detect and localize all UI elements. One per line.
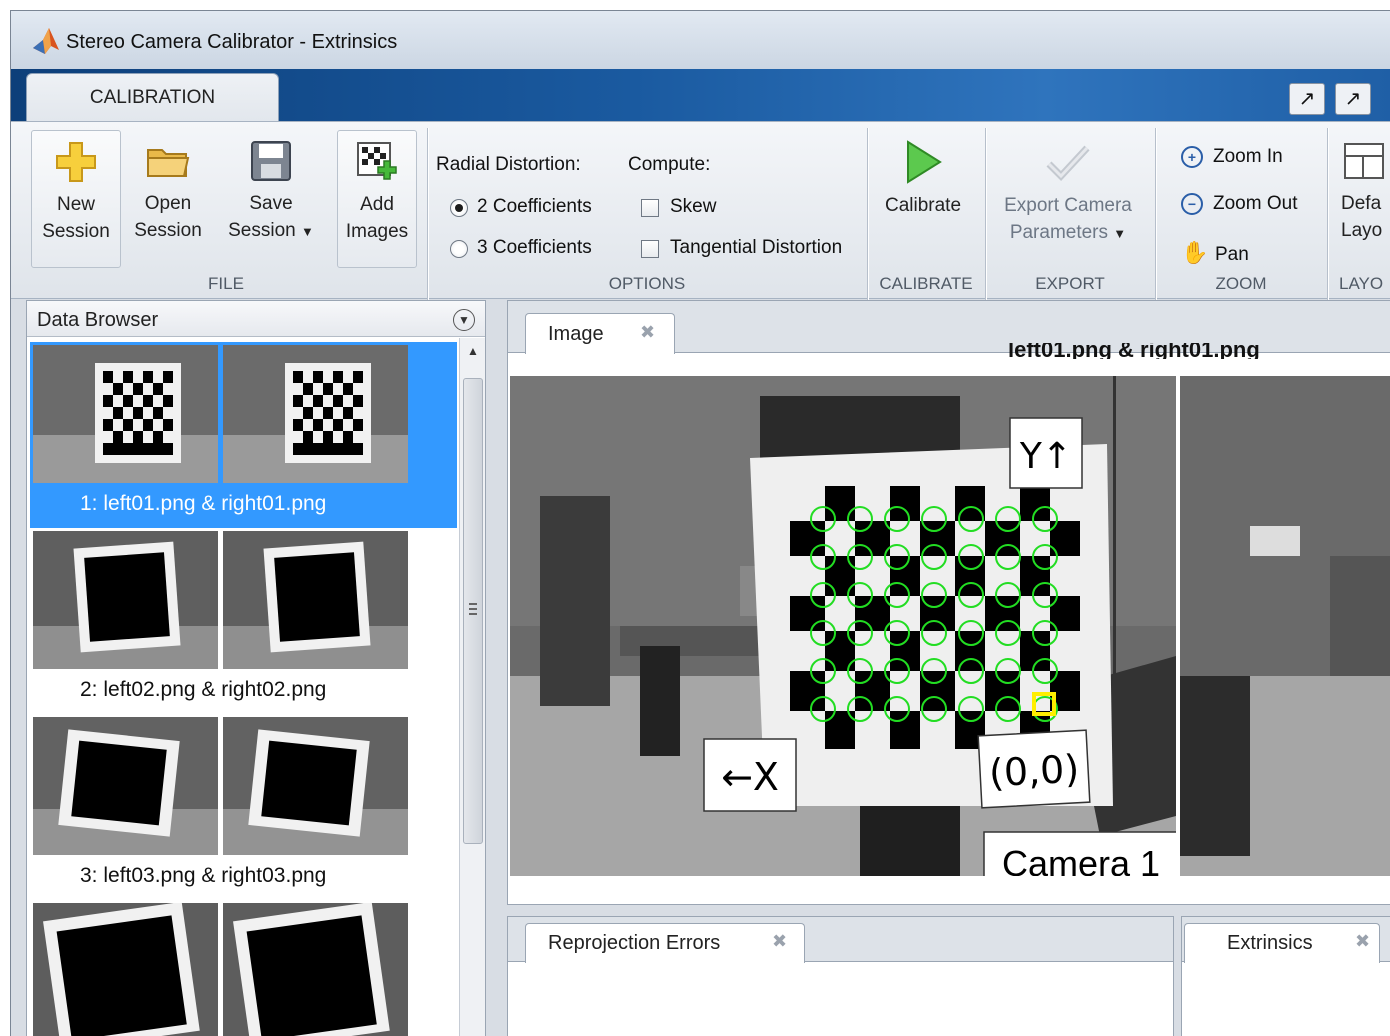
image-divider (1176, 376, 1180, 876)
maximize-icon[interactable]: ↗ (1335, 83, 1371, 115)
image-pair-list: 1: left01.png & right01.png 2: left02.pn… (27, 338, 459, 1036)
data-browser-panel: Data Browser ▼ 1: left01.png & right01.p… (26, 300, 486, 1036)
scroll-up-icon[interactable]: ▲ (460, 338, 486, 364)
camera-label-box: Camera 1 (983, 831, 1179, 876)
group-label-zoom: ZOOM (1215, 274, 1267, 293)
play-icon (907, 140, 942, 184)
plus-icon (56, 142, 96, 182)
image-title: left01.png & right01.png (1008, 343, 1260, 359)
undock-icon[interactable]: ↗ (1289, 83, 1325, 115)
dropdown-arrow-icon: ▼ (301, 224, 314, 239)
y-axis-label-box: Y↑ (1009, 417, 1083, 489)
group-label-layout: LAYO (1339, 274, 1384, 293)
radio-2-coefficients[interactable] (450, 199, 468, 217)
left-thumbnail-image (33, 903, 218, 1036)
left-thumbnail-image (33, 531, 218, 669)
right-thumbnail-image (223, 531, 408, 669)
stereo-thumbnail (33, 903, 408, 1036)
left-thumbnail-image (33, 717, 218, 855)
group-label-export: EXPORT (1035, 274, 1105, 293)
data-browser-header: Data Browser ▼ (27, 301, 485, 337)
close-icon[interactable]: ✖ (1355, 931, 1370, 952)
x-axis-label-box: ←X (703, 738, 797, 812)
app-window: Stereo Camera Calibrator - Extrinsics CA… (10, 10, 1390, 1036)
vertical-scrollbar[interactable]: ▲ (459, 338, 485, 1036)
window-title: Stereo Camera Calibrator - Extrinsics (66, 31, 398, 53)
list-item[interactable]: 3: left03.png & right03.png (30, 714, 457, 900)
folder-icon (147, 149, 190, 177)
list-item[interactable]: 2: left02.png & right02.png (30, 528, 457, 714)
hand-icon: ✋ (1181, 240, 1209, 265)
right-thumbnail-image (223, 717, 408, 855)
save-session-button[interactable]: Save Session ▼ (215, 130, 327, 268)
zoom-in-icon: + (1181, 146, 1203, 168)
image-panel: Image ✖ left01.png & right01.png Y↑ ←X (… (507, 300, 1390, 905)
title-bar: Stereo Camera Calibrator - Extrinsics (11, 11, 1390, 69)
stereo-thumbnail (33, 717, 408, 855)
ribbon-toolstrip: New Session Open Session Save Session ▼ (11, 121, 1390, 300)
origin-label-box: (0,0) (977, 729, 1091, 809)
camera-2-image (1180, 376, 1390, 876)
workspace: Data Browser ▼ 1: left01.png & right01.p… (11, 300, 1390, 1036)
group-label-calibrate: CALIBRATE (879, 274, 973, 293)
group-label-options: OPTIONS (608, 274, 686, 293)
default-layout-button[interactable]: Defa Layo (1341, 130, 1390, 268)
list-item-caption: 3: left03.png & right03.png (80, 864, 327, 887)
calibrate-button[interactable]: Calibrate (873, 130, 973, 268)
stereo-thumbnail (33, 531, 408, 669)
origin-label: (0,0) (988, 747, 1080, 796)
stereo-thumbnail (33, 345, 408, 483)
tab-calibration[interactable]: CALIBRATION (26, 73, 279, 125)
extrinsics-tab-bar: Extrinsics ✖ (1182, 917, 1390, 963)
close-icon[interactable]: ✖ (772, 931, 787, 952)
tab-image[interactable]: Image ✖ (525, 313, 675, 354)
layout-grid-icon (1344, 143, 1384, 179)
group-label-file: FILE (208, 274, 244, 293)
add-images-button[interactable]: Add Images (337, 130, 417, 268)
open-session-button[interactable]: Open Session (123, 130, 213, 268)
tab-reprojection-errors[interactable]: Reprojection Errors ✖ (525, 923, 805, 963)
right-thumbnail-image (223, 345, 408, 483)
zoom-out-icon: − (1181, 193, 1203, 215)
list-item-caption: 2: left02.png & right02.png (80, 678, 327, 701)
panel-menu-icon[interactable]: ▼ (453, 309, 475, 331)
list-item[interactable]: 1: left01.png & right01.png (30, 342, 457, 528)
skew-checkbox[interactable] (641, 199, 659, 217)
grip-icon (469, 603, 477, 615)
tangential-distortion-checkbox[interactable] (641, 240, 659, 258)
left-thumbnail-image (33, 345, 218, 483)
floppy-disk-icon (251, 141, 291, 181)
tangential-distortion-label: Tangential Distortion (670, 237, 843, 258)
stereo-image-view[interactable]: Y↑ ←X (0,0) Camera 1 (510, 376, 1390, 876)
coefficients-2-label: 2 Coefficients (477, 196, 592, 217)
skew-label: Skew (670, 196, 717, 217)
matlab-logo-icon (33, 28, 59, 54)
close-icon[interactable]: ✖ (640, 322, 655, 343)
radio-3-coefficients[interactable] (450, 240, 468, 258)
x-axis-label: ←X (721, 755, 779, 799)
checkmark-icon (1046, 145, 1090, 182)
tab-extrinsics[interactable]: Extrinsics ✖ (1184, 923, 1380, 963)
new-session-button[interactable]: New Session (31, 130, 121, 268)
extrinsics-panel: Extrinsics ✖ (1181, 916, 1390, 1036)
dropdown-arrow-icon: ▼ (1113, 226, 1127, 241)
list-item-caption: 1: left01.png & right01.png (80, 492, 327, 515)
y-axis-label: Y↑ (1019, 436, 1072, 477)
list-item[interactable] (30, 900, 457, 1036)
export-camera-parameters-button[interactable]: Export Camera Parameters ▼ (993, 130, 1143, 268)
pan-button[interactable]: ✋ Pan (1181, 240, 1249, 266)
zoom-out-button[interactable]: − Zoom Out (1181, 193, 1297, 215)
data-browser-title: Data Browser (37, 309, 159, 331)
group-separator (1327, 128, 1328, 300)
scrollbar-thumb[interactable] (463, 378, 483, 844)
camera-label: Camera 1 (1002, 843, 1160, 876)
right-thumbnail-image (223, 903, 408, 1036)
add-images-icon (357, 142, 397, 180)
reprojection-errors-panel: Reprojection Errors ✖ (507, 916, 1174, 1036)
compute-label: Compute: (628, 154, 711, 175)
radial-distortion-label: Radial Distortion: (436, 154, 581, 175)
zoom-in-button[interactable]: + Zoom In (1181, 146, 1283, 168)
coefficients-3-label: 3 Coefficients (477, 237, 592, 258)
reprojection-tab-bar: Reprojection Errors ✖ (508, 917, 1173, 963)
